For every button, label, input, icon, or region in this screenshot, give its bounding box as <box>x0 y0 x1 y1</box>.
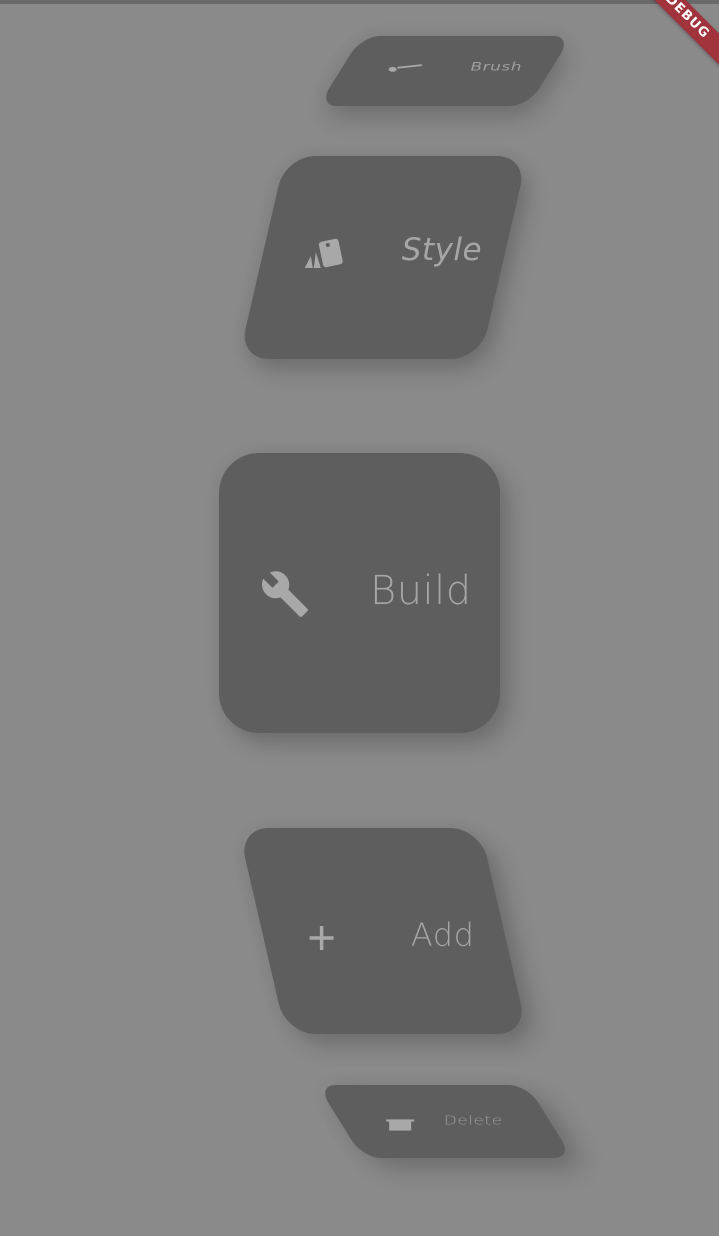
menu-item-add[interactable]: Add <box>238 828 528 1034</box>
wrench-icon <box>261 571 308 617</box>
status-bar <box>0 0 719 4</box>
menu-item-label-add: Add <box>410 916 475 954</box>
plus-icon <box>309 926 334 950</box>
menu-item-label-brush: Brush <box>470 60 523 74</box>
menu-item-label-build: Build <box>370 568 472 614</box>
menu-item-brush[interactable]: Brush <box>318 36 572 106</box>
trash-icon <box>386 1119 415 1131</box>
menu-item-style[interactable]: Style <box>238 156 528 359</box>
menu-item-label-style: Style <box>401 232 483 268</box>
debug-banner: DEBUG <box>629 0 719 75</box>
wheel-menu-screen: Brush Style Build Add Delete DEBUG <box>0 0 719 1236</box>
menu-item-label-delete: Delete <box>443 1113 503 1129</box>
menu-item-delete[interactable]: Delete <box>317 1085 573 1158</box>
menu-item-build[interactable]: Build <box>219 453 500 733</box>
brush-icon <box>388 64 423 72</box>
style-icon <box>304 238 343 268</box>
